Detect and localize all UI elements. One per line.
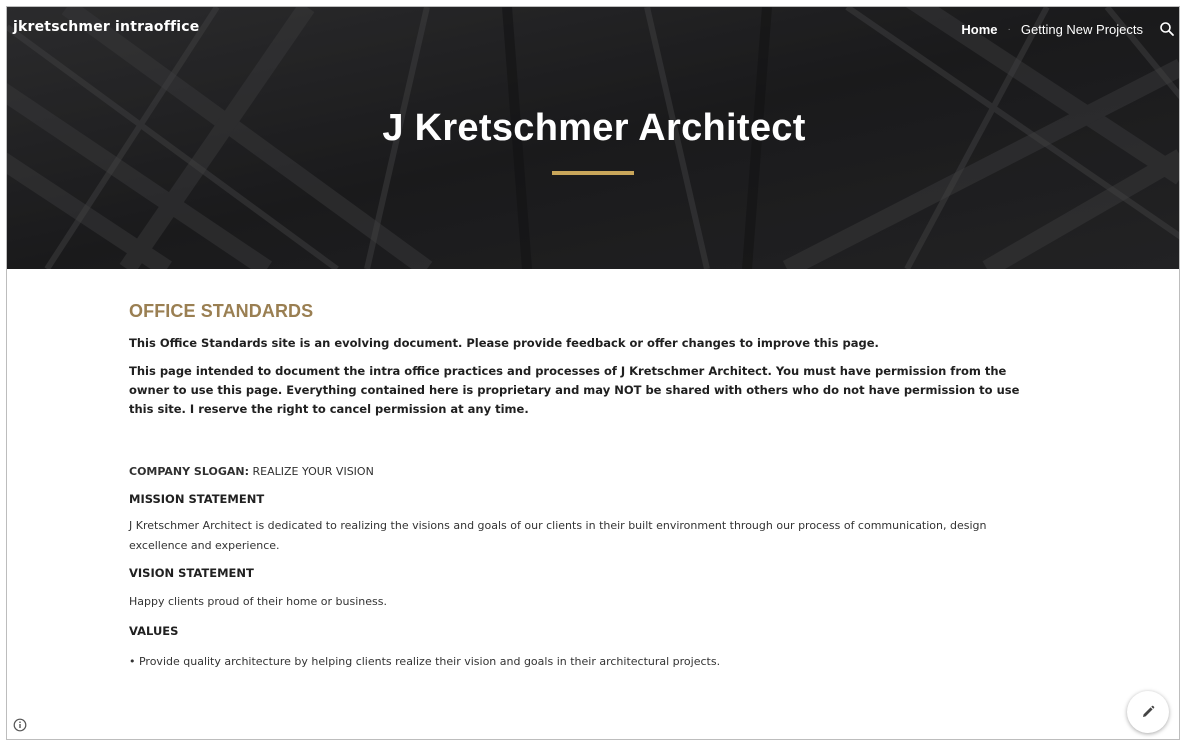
browser-page: jkretschmer intraoffice Home · Getting N…	[6, 6, 1180, 740]
section-heading: OFFICE STANDARDS	[129, 301, 314, 321]
search-icon[interactable]	[1159, 21, 1175, 37]
hero-title: J Kretschmer Architect	[382, 107, 806, 149]
mission-heading: MISSION STATEMENT	[129, 492, 265, 506]
site-title[interactable]: jkretschmer intraoffice	[13, 19, 199, 35]
top-navigation: Home · Getting New Projects	[961, 21, 1175, 37]
mission-text: J Kretschmer Architect is dedicated to r…	[129, 519, 987, 552]
pencil-icon	[1143, 705, 1155, 717]
nav-separator: ·	[1007, 23, 1011, 35]
intro-paragraph: This Office Standards site is an evolvin…	[129, 336, 879, 350]
main-content: OFFICE STANDARDS This Office Standards s…	[129, 269, 1049, 672]
values-item: • Provide quality architecture by helpin…	[129, 655, 721, 668]
hero-header: jkretschmer intraoffice Home · Getting N…	[7, 7, 1179, 269]
vision-text: Happy clients proud of their home or bus…	[129, 595, 387, 608]
vision-heading: VISION STATEMENT	[129, 566, 254, 580]
edit-button[interactable]	[1127, 691, 1169, 733]
company-slogan: COMPANY SLOGAN: REALIZE YOUR VISION	[129, 465, 1049, 478]
nav-item-getting-new-projects[interactable]: Getting New Projects	[1021, 22, 1143, 37]
slogan-value: REALIZE YOUR VISION	[248, 465, 374, 478]
permission-paragraph: This page intended to document the intra…	[129, 364, 1020, 416]
values-heading: VALUES	[129, 624, 179, 638]
hero-title-underline	[552, 171, 634, 175]
slogan-label: COMPANY SLOGAN:	[129, 465, 249, 478]
nav-item-home[interactable]: Home	[961, 22, 997, 37]
info-icon[interactable]	[13, 717, 27, 732]
